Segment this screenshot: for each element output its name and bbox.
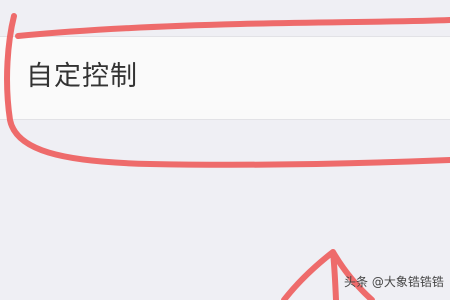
bottom-background — [0, 120, 450, 300]
top-background — [0, 0, 450, 36]
watermark-text: 头条 @大象锆锆锆 — [344, 275, 444, 289]
customize-controls-label: 自定控制 — [26, 61, 138, 92]
